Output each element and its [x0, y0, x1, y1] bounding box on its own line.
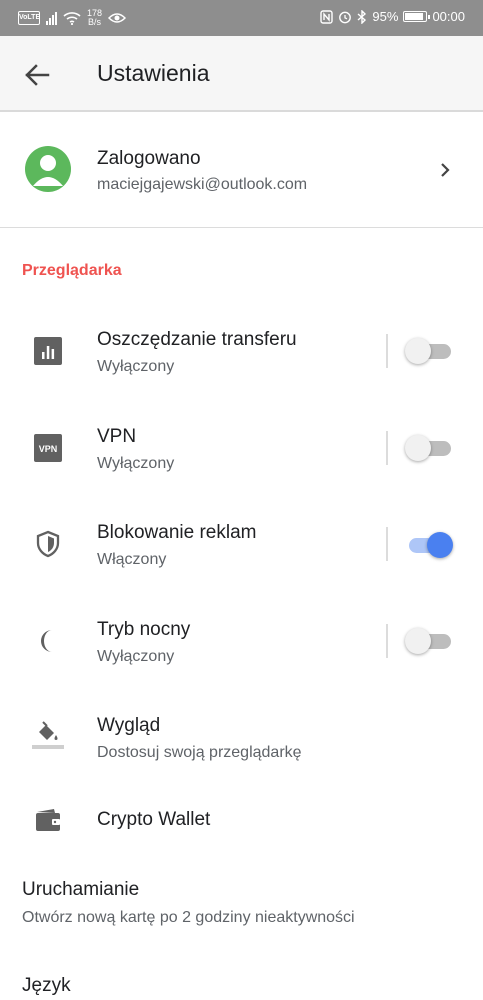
setting-data-saver[interactable]: Oszczędzanie transferu Wyłączony — [0, 312, 483, 392]
shield-icon — [31, 527, 65, 561]
clock: 00:00 — [432, 9, 465, 24]
bluetooth-icon — [357, 9, 367, 24]
ad-blocking-toggle[interactable] — [405, 530, 453, 560]
setting-ad-blocking[interactable]: Blokowanie reklam Włączony — [0, 505, 483, 585]
setting-language[interactable]: Język — [22, 975, 71, 997]
account-row[interactable]: Zalogowano maciejgajewski@outlook.com — [0, 114, 483, 228]
wifi-icon — [63, 12, 81, 25]
status-bar: VoLTE 178 B/s 95% 00:00 — [0, 0, 483, 36]
setting-sublabel: Wyłączony — [97, 358, 175, 375]
section-header-browser: Przeglądarka — [22, 262, 122, 279]
divider — [386, 527, 388, 561]
status-bar-left: VoLTE 178 B/s — [18, 8, 127, 27]
battery-icon — [403, 11, 431, 22]
setting-night-mode[interactable]: Tryb nocny Wyłączony — [0, 602, 483, 682]
divider — [386, 334, 388, 368]
battery-percent: 95% — [372, 9, 399, 24]
setting-label: Crypto Wallet — [97, 809, 211, 830]
setting-label: Tryb nocny — [97, 619, 191, 640]
wallet-icon — [31, 803, 65, 837]
toggle-thumb — [405, 338, 431, 364]
avatar — [25, 146, 71, 192]
user-icon — [33, 155, 63, 186]
app-bar: Ustawienia — [0, 36, 483, 112]
page-title: Ustawienia — [97, 60, 210, 86]
divider — [386, 431, 388, 465]
night-mode-toggle[interactable] — [405, 626, 453, 656]
setting-label: Blokowanie reklam — [97, 522, 257, 543]
account-email: maciejgajewski@outlook.com — [97, 176, 308, 193]
signal-icon — [46, 11, 57, 25]
eye-icon — [108, 13, 127, 23]
volte-icon: VoLTE — [18, 11, 40, 25]
toggle-thumb — [405, 435, 431, 461]
setting-appearance[interactable]: Wygląd Dostosuj swoją przeglądarkę — [0, 698, 483, 778]
setting-crypto-wallet[interactable]: Crypto Wallet — [0, 790, 483, 850]
moon-icon — [31, 624, 65, 658]
back-arrow-icon[interactable] — [22, 60, 52, 90]
setting-label: Oszczędzanie transferu — [97, 329, 297, 350]
setting-sublabel: Włączony — [97, 551, 167, 568]
chevron-right-icon — [441, 163, 450, 177]
setting-label: VPN — [97, 426, 137, 447]
status-bar-right: 95% 00:00 — [320, 9, 465, 24]
divider — [386, 624, 388, 658]
setting-sublabel: Dostosuj swoją przeglądarkę — [97, 744, 302, 761]
svg-text:VPN: VPN — [39, 444, 58, 454]
setting-sublabel: Wyłączony — [97, 455, 175, 472]
setting-vpn[interactable]: VPN VPN Wyłączony — [0, 409, 483, 489]
setting-label: Uruchamianie — [22, 879, 140, 900]
alarm-icon — [339, 11, 352, 23]
setting-sublabel: Otwórz nową kartę po 2 godziny nieaktywn… — [22, 909, 355, 926]
nfc-icon — [320, 9, 334, 24]
network-speed: 178 B/s — [87, 8, 103, 27]
toggle-thumb — [405, 628, 431, 654]
setting-startup[interactable]: Uruchamianie Otwórz nową kartę po 2 godz… — [22, 879, 355, 927]
setting-sublabel: Wyłączony — [97, 648, 175, 665]
data-saver-toggle[interactable] — [405, 336, 453, 366]
setting-label: Wygląd — [97, 715, 161, 736]
account-status: Zalogowano — [97, 148, 201, 169]
setting-label: Język — [22, 975, 71, 996]
toggle-thumb — [427, 532, 453, 558]
vpn-icon: VPN — [31, 431, 65, 465]
vpn-toggle[interactable] — [405, 433, 453, 463]
bar-chart-icon — [31, 334, 65, 368]
paint-bucket-icon — [31, 718, 65, 752]
